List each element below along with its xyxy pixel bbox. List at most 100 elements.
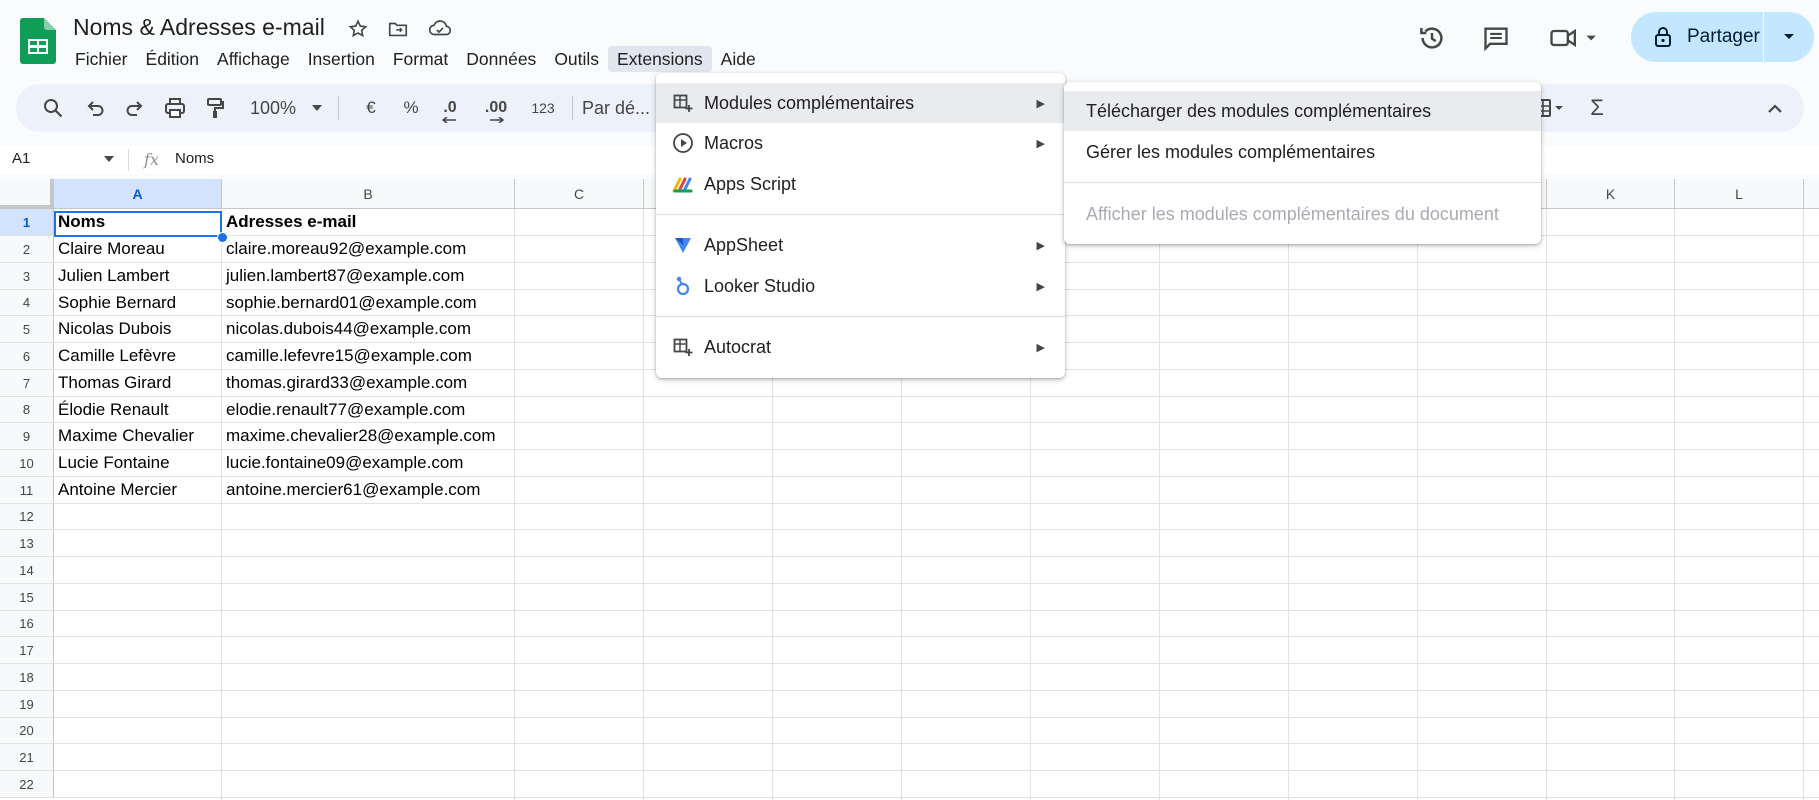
- row-header-7[interactable]: 7: [0, 370, 54, 397]
- share-dropdown-button[interactable]: [1764, 33, 1814, 41]
- meet-video-icon[interactable]: [1546, 18, 1606, 58]
- column-header-c[interactable]: C: [515, 179, 644, 209]
- increase-decimals-button[interactable]: .00: [476, 84, 516, 132]
- row-header-8[interactable]: 8: [0, 397, 54, 423]
- menu-edition[interactable]: Édition: [137, 46, 209, 72]
- comments-icon[interactable]: [1476, 18, 1516, 58]
- sum-function-button[interactable]: Σ: [1582, 84, 1612, 132]
- row-header-21[interactable]: 21: [0, 744, 54, 771]
- menu-item-apps-script[interactable]: Apps Script: [656, 164, 1065, 204]
- submenu-item-telecharger[interactable]: Télécharger des modules complémentaires: [1064, 91, 1541, 131]
- menu-item-autocrat[interactable]: Autocrat ▶: [656, 327, 1065, 367]
- move-folder-icon[interactable]: [385, 16, 411, 42]
- fill-handle[interactable]: [217, 232, 228, 243]
- cell-a8[interactable]: Élodie Renault: [54, 397, 169, 423]
- caret-down-icon[interactable]: [104, 156, 114, 162]
- percent-format-button[interactable]: %: [396, 84, 426, 132]
- cell-b10[interactable]: lucie.fontaine09@example.com: [222, 450, 463, 476]
- cell-a5[interactable]: Nicolas Dubois: [54, 316, 171, 342]
- cell-b11[interactable]: antoine.mercier61@example.com: [222, 477, 480, 503]
- menu-aide[interactable]: Aide: [712, 46, 765, 72]
- row-header-13[interactable]: 13: [0, 530, 54, 557]
- cell-b3[interactable]: julien.lambert87@example.com: [222, 263, 464, 289]
- font-family-select[interactable]: Par dé...: [582, 84, 662, 132]
- cell-a4[interactable]: Sophie Bernard: [54, 290, 176, 316]
- formula-input[interactable]: Noms: [175, 150, 214, 167]
- menu-format[interactable]: Format: [384, 46, 457, 72]
- cell-a9[interactable]: Maxime Chevalier: [54, 423, 194, 449]
- undo-icon[interactable]: [78, 84, 112, 132]
- row-header-9[interactable]: 9: [0, 423, 54, 450]
- share-main[interactable]: Partager: [1631, 12, 1763, 62]
- cell-b7[interactable]: thomas.girard33@example.com: [222, 370, 467, 396]
- zoom-select[interactable]: 100%: [240, 84, 332, 132]
- version-history-icon[interactable]: [1412, 18, 1452, 58]
- row-header-22[interactable]: 22: [0, 771, 54, 798]
- row-header-20[interactable]: 20: [0, 718, 54, 744]
- row-header-17[interactable]: 17: [0, 637, 54, 664]
- menu-fichier[interactable]: Fichier: [66, 46, 137, 72]
- arrow-right-icon: [490, 117, 504, 123]
- row-header-12[interactable]: 12: [0, 504, 54, 530]
- row-header-3[interactable]: 3: [0, 263, 54, 290]
- menu-outils[interactable]: Outils: [545, 46, 608, 72]
- row-header-14[interactable]: 14: [0, 557, 54, 584]
- row-header-5[interactable]: 5: [0, 316, 54, 343]
- cell-a3[interactable]: Julien Lambert: [54, 263, 170, 289]
- cell-a11[interactable]: Antoine Mercier: [54, 477, 177, 503]
- share-button[interactable]: Partager: [1631, 12, 1814, 62]
- row-header-19[interactable]: 19: [0, 691, 54, 718]
- row-header-16[interactable]: 16: [0, 611, 54, 637]
- row-header-2[interactable]: 2: [0, 236, 54, 263]
- row-header-18[interactable]: 18: [0, 664, 54, 691]
- row-header-4[interactable]: 4: [0, 290, 54, 316]
- formula-separator: [128, 149, 129, 171]
- submenu-item-gerer[interactable]: Gérer les modules complémentaires: [1064, 132, 1541, 172]
- cell-b6[interactable]: camille.lefevre15@example.com: [222, 343, 472, 369]
- column-header-a[interactable]: A: [54, 179, 222, 209]
- decrease-decimals-button[interactable]: .0: [432, 84, 468, 132]
- menu-item-appsheet[interactable]: AppSheet ▶: [656, 225, 1065, 265]
- cell-b9[interactable]: maxime.chevalier28@example.com: [222, 423, 496, 449]
- cell-a10[interactable]: Lucie Fontaine: [54, 450, 170, 476]
- cell-b8[interactable]: elodie.renault77@example.com: [222, 397, 465, 423]
- document-title[interactable]: Noms & Adresses e-mail: [73, 14, 325, 41]
- sheets-logo-icon[interactable]: [20, 18, 56, 64]
- menu-item-modules-complementaires[interactable]: Modules complémentaires ▶: [656, 83, 1065, 123]
- row-header-10[interactable]: 10: [0, 450, 54, 477]
- menu-item-looker-studio[interactable]: Looker Studio ▶: [656, 266, 1065, 306]
- currency-format-button[interactable]: €: [356, 84, 386, 132]
- row-header-11[interactable]: 11: [0, 477, 54, 504]
- cell-b5[interactable]: nicolas.dubois44@example.com: [222, 316, 471, 342]
- menu-item-macros[interactable]: Macros ▶: [656, 123, 1065, 163]
- paint-format-icon[interactable]: [198, 84, 232, 132]
- name-box[interactable]: A1: [12, 150, 30, 167]
- redo-icon[interactable]: [118, 84, 152, 132]
- search-menus-icon[interactable]: [36, 84, 70, 132]
- column-header-k[interactable]: K: [1547, 179, 1675, 209]
- cell-a6[interactable]: Camille Lefèvre: [54, 343, 176, 369]
- cell-b4[interactable]: sophie.bernard01@example.com: [222, 290, 477, 316]
- number-format-button[interactable]: 123: [524, 84, 562, 132]
- menu-extensions[interactable]: Extensions: [608, 46, 712, 72]
- menu-insertion[interactable]: Insertion: [299, 46, 384, 72]
- row-header-1[interactable]: 1: [0, 209, 54, 236]
- cell-a7[interactable]: Thomas Girard: [54, 370, 171, 396]
- print-icon[interactable]: [158, 84, 192, 132]
- row-header-15[interactable]: 15: [0, 584, 54, 611]
- column-header-m[interactable]: [1804, 179, 1819, 209]
- row-header-6[interactable]: 6: [0, 343, 54, 370]
- cell-a2[interactable]: Claire Moreau: [54, 236, 165, 262]
- cell-b1[interactable]: Adresses e-mail: [222, 209, 356, 235]
- star-icon[interactable]: [345, 16, 371, 42]
- column-header-l[interactable]: L: [1675, 179, 1804, 209]
- collapse-toolbar-icon[interactable]: [1760, 84, 1790, 132]
- select-all-corner[interactable]: [0, 179, 54, 209]
- menu-donnees[interactable]: Données: [457, 46, 545, 72]
- column-header-b[interactable]: B: [222, 179, 515, 209]
- menu-affichage[interactable]: Affichage: [208, 46, 299, 72]
- cloud-saved-icon[interactable]: [427, 16, 453, 42]
- extensions-menu: Modules complémentaires ▶ Macros ▶ Apps …: [656, 73, 1065, 378]
- cell-b2[interactable]: claire.moreau92@example.com: [222, 236, 466, 262]
- gridline: [54, 797, 1819, 798]
